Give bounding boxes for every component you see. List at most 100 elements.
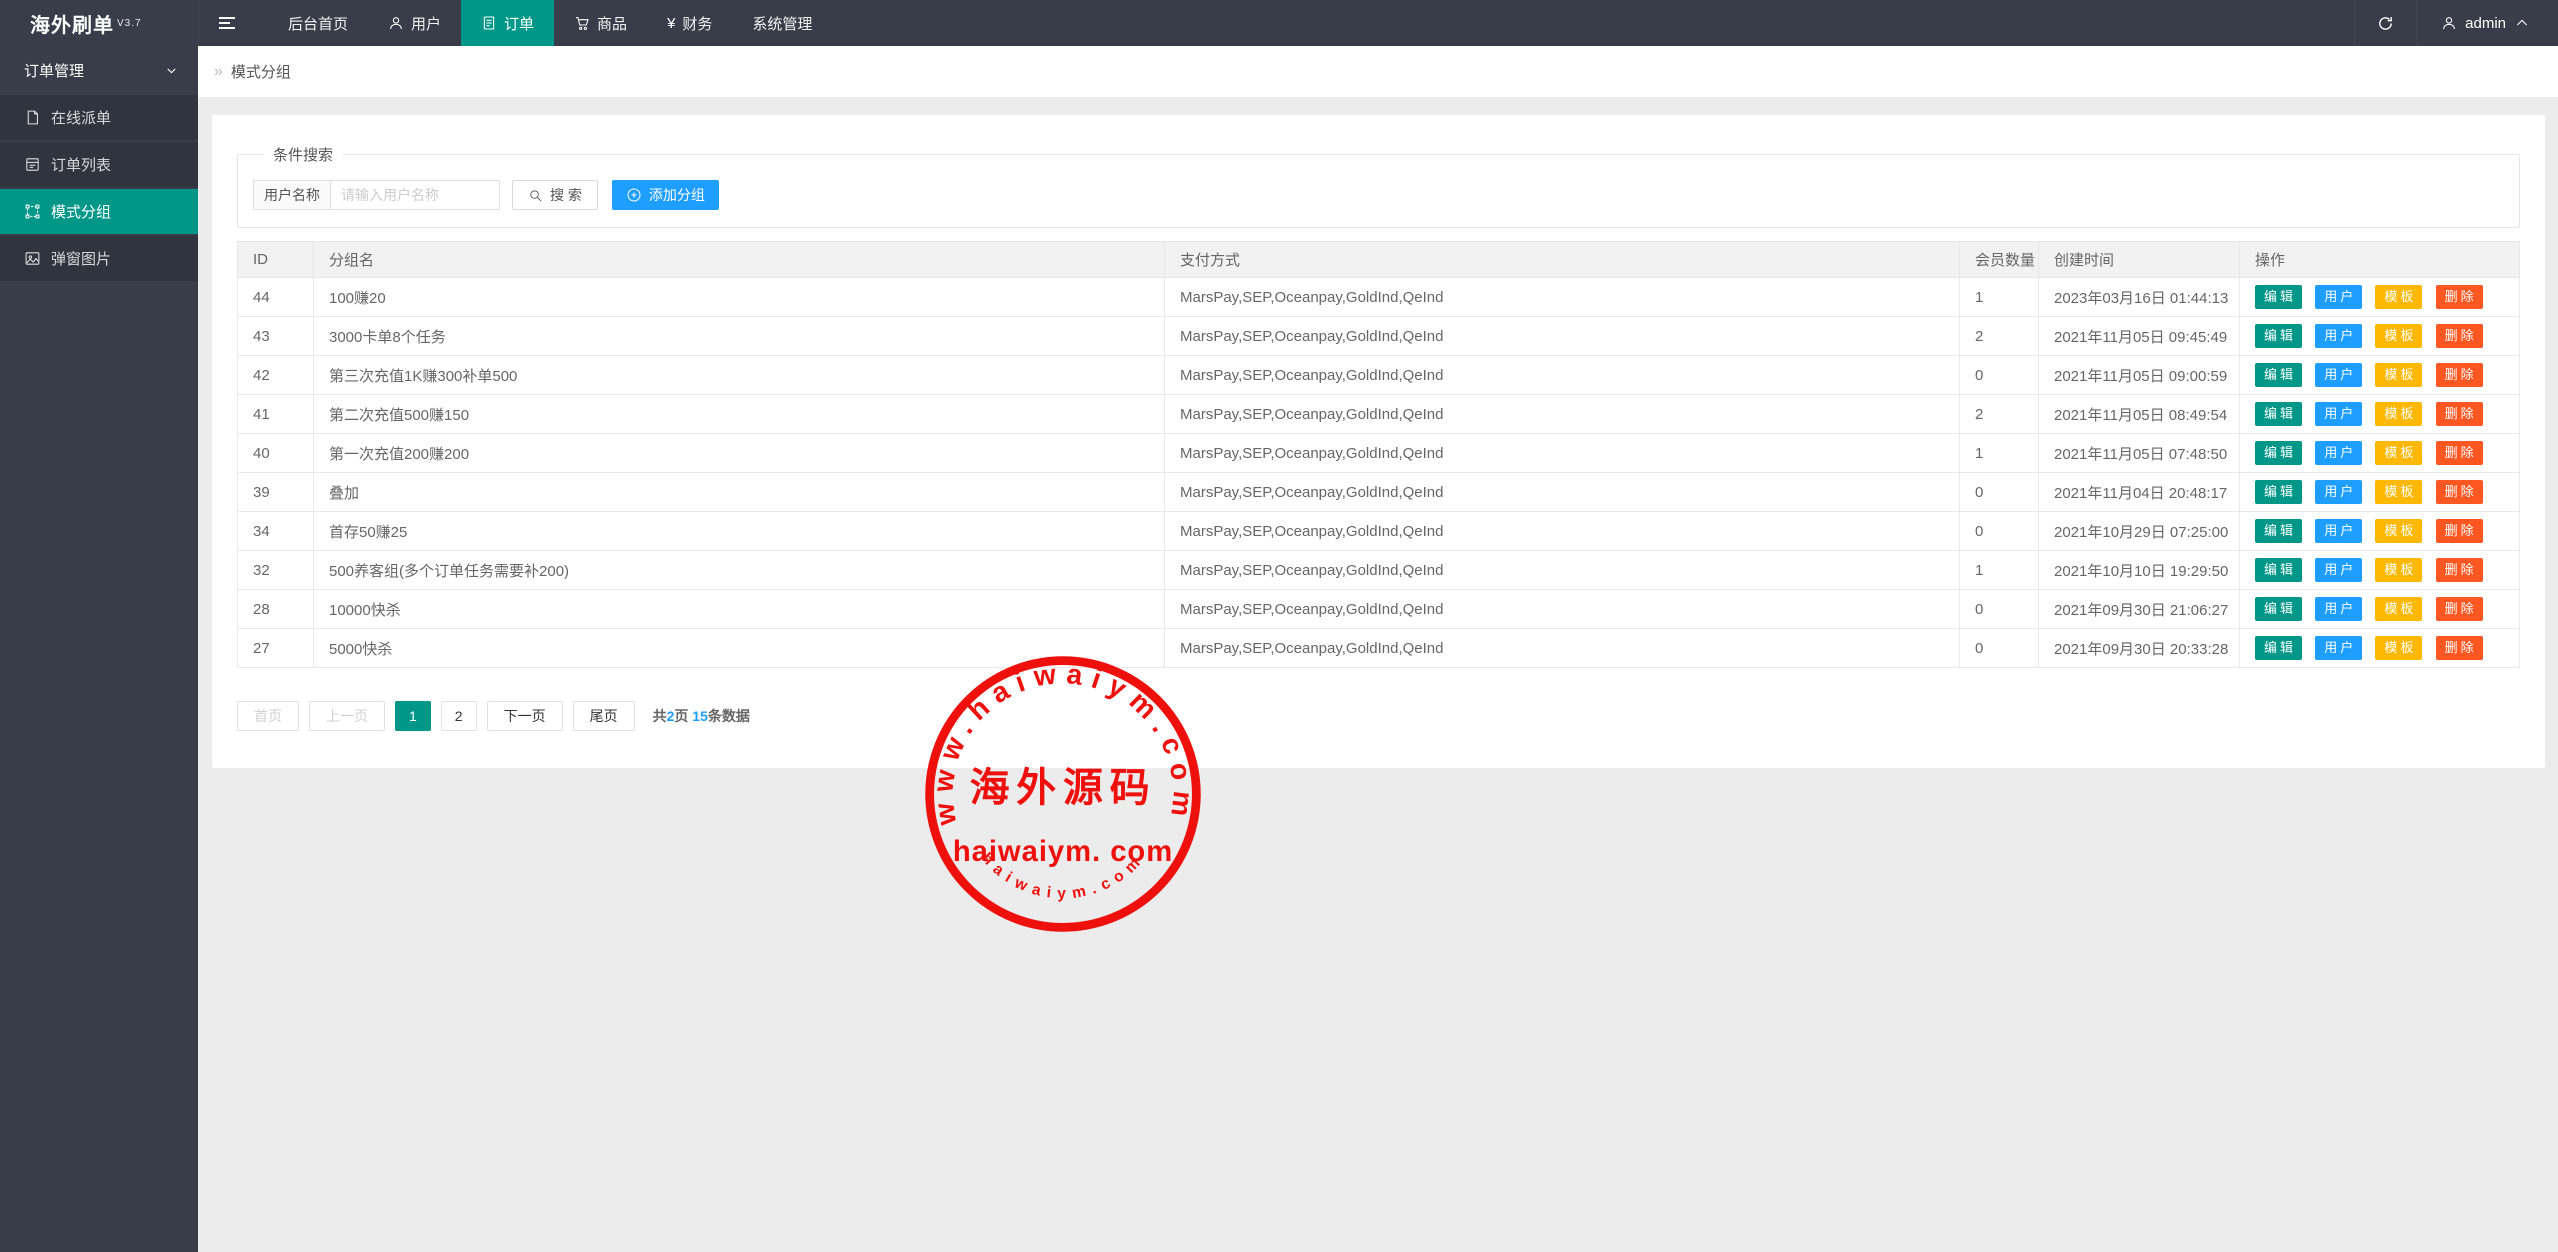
cell-actions: 编辑 用户 模板 删除 [2240,395,2520,434]
edit-button[interactable]: 编辑 [2255,285,2302,309]
cell-created-time: 2021年11月04日 20:48:17 [2039,473,2240,512]
cell-member-count: 0 [1960,590,2039,629]
user-button[interactable]: 用户 [2315,402,2362,426]
template-button[interactable]: 模板 [2375,402,2422,426]
delete-button[interactable]: 删除 [2436,519,2483,543]
table-row: 40 第一次充值200赚200 MarsPay,SEP,Oceanpay,Gol… [238,434,2520,473]
nav-item-users[interactable]: 用户 [368,0,461,46]
edit-button[interactable]: 编辑 [2255,480,2302,504]
cell-actions: 编辑 用户 模板 删除 [2240,512,2520,551]
column-header-id: ID [238,242,314,278]
cell-payment-methods: MarsPay,SEP,Oceanpay,GoldInd,QeInd [1165,434,1960,473]
pagination-first-button[interactable]: 首页 [237,701,299,731]
groups-table: ID 分组名 支付方式 会员数量 创建时间 操作 44 100赚20 MarsP… [237,241,2520,668]
template-button[interactable]: 模板 [2375,285,2422,309]
nav-item-system[interactable]: 系统管理 [732,0,832,46]
cell-id: 40 [238,434,314,473]
user-button[interactable]: 用户 [2315,363,2362,387]
svg-text:haiwaiym.com: haiwaiym.com [978,850,1148,903]
summary-items-unit: 条数据 [708,708,750,724]
user-button[interactable]: 用户 [2315,324,2362,348]
add-group-button[interactable]: 添加分组 [612,180,719,210]
edit-button[interactable]: 编辑 [2255,558,2302,582]
yen-icon: ¥ [667,15,675,32]
cell-created-time: 2021年11月05日 07:48:50 [2039,434,2240,473]
template-button[interactable]: 模板 [2375,363,2422,387]
admin-user-menu[interactable]: admin [2416,0,2558,46]
edit-button[interactable]: 编辑 [2255,402,2302,426]
user-button[interactable]: 用户 [2315,519,2362,543]
sidebar-toggle-button[interactable] [198,0,254,46]
delete-button[interactable]: 删除 [2436,285,2483,309]
template-button[interactable]: 模板 [2375,558,2422,582]
cell-member-count: 0 [1960,356,2039,395]
pagination-page-1[interactable]: 1 [395,701,431,731]
template-button[interactable]: 模板 [2375,441,2422,465]
cell-group-name: 10000快杀 [314,590,1165,629]
sidebar-item-label: 在线派单 [51,107,111,128]
pagination-prev-button[interactable]: 上一页 [309,701,385,731]
refresh-button[interactable] [2354,0,2416,46]
user-button[interactable]: 用户 [2315,441,2362,465]
top-navbar: 海外刷单 V3.7 后台首页 用户 订单 商品 ¥ 财务 [0,0,2558,46]
cell-payment-methods: MarsPay,SEP,Oceanpay,GoldInd,QeInd [1165,590,1960,629]
template-button[interactable]: 模板 [2375,324,2422,348]
sidebar-item-mode-group[interactable]: 模式分组 [0,189,198,234]
edit-button[interactable]: 编辑 [2255,597,2302,621]
nav-item-goods[interactable]: 商品 [554,0,647,46]
column-header-actions: 操作 [2240,242,2520,278]
edit-button[interactable]: 编辑 [2255,519,2302,543]
user-button[interactable]: 用户 [2315,597,2362,621]
nav-item-finance[interactable]: ¥ 财务 [647,0,732,46]
cell-created-time: 2023年03月16日 01:44:13 [2039,278,2240,317]
pagination-next-button[interactable]: 下一页 [487,701,563,731]
delete-button[interactable]: 删除 [2436,597,2483,621]
edit-button[interactable]: 编辑 [2255,441,2302,465]
template-button[interactable]: 模板 [2375,480,2422,504]
edit-button[interactable]: 编辑 [2255,324,2302,348]
user-button[interactable]: 用户 [2315,285,2362,309]
search-icon [528,188,543,203]
summary-pages-unit: 页 [674,708,688,724]
pagination-page-2[interactable]: 2 [441,701,477,731]
cell-member-count: 0 [1960,473,2039,512]
username-input[interactable] [330,180,500,210]
hamburger-icon [219,17,235,29]
cell-id: 28 [238,590,314,629]
cell-group-name: 第三次充值1K赚300补单500 [314,356,1165,395]
mode-group-icon [24,203,41,220]
delete-button[interactable]: 删除 [2436,402,2483,426]
template-button[interactable]: 模板 [2375,636,2422,660]
nav-item-dashboard[interactable]: 后台首页 [268,0,368,46]
sidebar-group-order-management[interactable]: 订单管理 [0,46,198,95]
template-button[interactable]: 模板 [2375,519,2422,543]
sidebar-item-online-dispatch[interactable]: 在线派单 [0,95,198,140]
cell-created-time: 2021年09月30日 21:06:27 [2039,590,2240,629]
cell-id: 43 [238,317,314,356]
cell-created-time: 2021年09月30日 20:33:28 [2039,629,2240,668]
search-button[interactable]: 搜 索 [512,180,598,210]
delete-button[interactable]: 删除 [2436,480,2483,504]
table-row: 41 第二次充值500赚150 MarsPay,SEP,Oceanpay,Gol… [238,395,2520,434]
cart-icon [574,15,590,31]
user-button[interactable]: 用户 [2315,558,2362,582]
chevron-down-icon [165,64,178,77]
delete-button[interactable]: 删除 [2436,363,2483,387]
cell-created-time: 2021年10月10日 19:29:50 [2039,551,2240,590]
sidebar-item-order-list[interactable]: 订单列表 [0,142,198,187]
order-list-icon [24,156,41,173]
edit-button[interactable]: 编辑 [2255,363,2302,387]
sidebar-item-popup-image[interactable]: 弹窗图片 [0,236,198,281]
delete-button[interactable]: 删除 [2436,558,2483,582]
user-button[interactable]: 用户 [2315,636,2362,660]
app-logo: 海外刷单 V3.7 [0,0,198,46]
delete-button[interactable]: 删除 [2436,441,2483,465]
delete-button[interactable]: 删除 [2436,636,2483,660]
template-button[interactable]: 模板 [2375,597,2422,621]
edit-button[interactable]: 编辑 [2255,636,2302,660]
user-button[interactable]: 用户 [2315,480,2362,504]
cell-group-name: 3000卡单8个任务 [314,317,1165,356]
delete-button[interactable]: 删除 [2436,324,2483,348]
pagination-last-button[interactable]: 尾页 [573,701,635,731]
nav-item-orders[interactable]: 订单 [461,0,554,46]
